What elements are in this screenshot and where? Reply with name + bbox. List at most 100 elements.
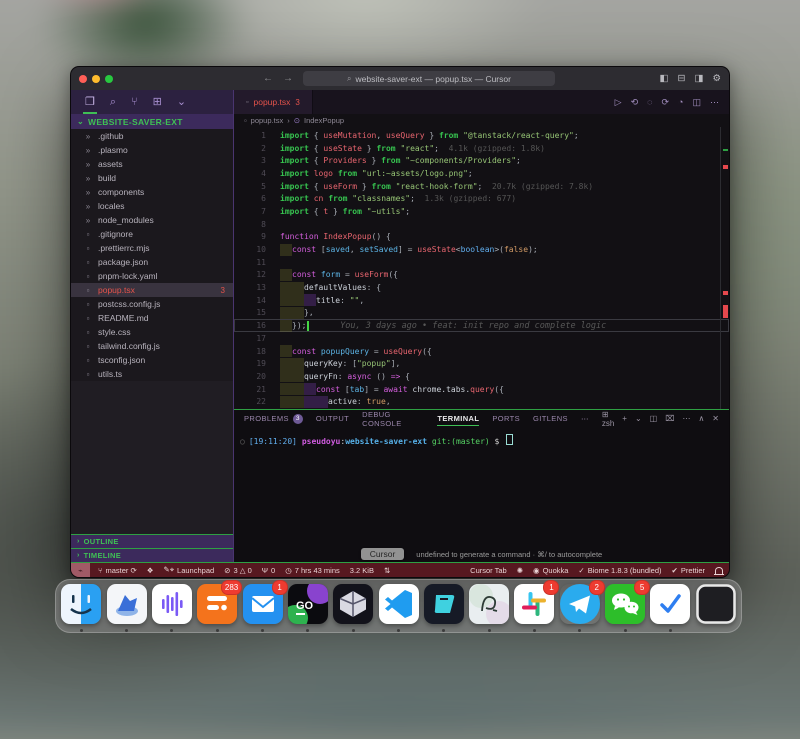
tree-item-package-json[interactable]: ▫package.json <box>71 255 233 269</box>
panel-tab-terminal[interactable]: TERMINAL <box>437 410 479 427</box>
section-outline[interactable]: ›OUTLINE <box>71 534 233 548</box>
panel-tab-gitlens[interactable]: GITLENS <box>533 410 568 427</box>
shell-select-icon[interactable]: ⊞ zsh <box>602 410 614 428</box>
tree-item-readme-md[interactable]: ▫README.md <box>71 311 233 325</box>
record-icon[interactable]: ◌ <box>647 97 652 107</box>
command-center[interactable]: ⌕ website-saver-ext — popup.tsx — Cursor <box>303 71 555 86</box>
panel-tab-output[interactable]: OUTPUT <box>316 410 349 427</box>
search-icon[interactable]: ⌕ <box>110 97 116 108</box>
code-line-12[interactable]: 12const form = useForm({ <box>234 269 729 282</box>
code-line-3[interactable]: 3import { Providers } from "~components/… <box>234 154 729 167</box>
kill-terminal-icon[interactable]: ⌧ <box>665 414 674 423</box>
source-control-icon[interactable]: ⑂ <box>131 97 138 108</box>
tree-item--github[interactable]: ».github <box>71 129 233 143</box>
close-window-button[interactable] <box>79 75 87 83</box>
maximize-panel-icon[interactable]: ∧ <box>698 414 704 423</box>
minimize-window-button[interactable] <box>92 75 100 83</box>
dock-hidden-app[interactable] <box>696 584 736 632</box>
tree-item-build[interactable]: »build <box>71 171 233 185</box>
more-actions-icon[interactable]: ⋯ <box>710 97 719 108</box>
tree-item-tailwind-config-js[interactable]: ▫tailwind.config.js <box>71 339 233 353</box>
status-quokka[interactable]: ◉Quokka <box>533 566 568 575</box>
tab-popup-tsx[interactable]: ▫ popup.tsx 3 <box>234 90 313 114</box>
dock-finder[interactable] <box>61 584 101 632</box>
dock-waveform[interactable] <box>152 584 192 632</box>
code-line-7[interactable]: 7import { t } from "~utils"; <box>234 205 729 218</box>
dock-wechat[interactable]: 5 <box>605 584 645 632</box>
terminal[interactable]: ○[19:11:20] pseudoyu:website-saver-ext g… <box>234 427 729 546</box>
status-wakatime[interactable]: ◷7 hrs 43 mins <box>285 566 340 575</box>
breadcrumb-file[interactable]: popup.tsx <box>251 116 284 125</box>
tree-item--prettierrc-mjs[interactable]: ▫.prettierrc.mjs <box>71 241 233 255</box>
status-notifications[interactable] <box>715 567 723 574</box>
dock-goland[interactable]: GO <box>288 584 328 632</box>
breadcrumb[interactable]: ▫ popup.tsx › ⊙ IndexPopup <box>234 114 729 127</box>
dock-telegram[interactable]: 2 <box>560 584 600 632</box>
status-launchpad[interactable]: ✎⌖Launchpad <box>164 565 215 575</box>
tree-item-assets[interactable]: »assets <box>71 157 233 171</box>
run-icon[interactable]: ▷ <box>615 97 622 108</box>
explorer-root-header[interactable]: ⌄ WEBSITE-SAVER-EXT <box>71 114 233 129</box>
code-line-21[interactable]: 21const [tab] = await chrome.tabs.query(… <box>234 383 729 396</box>
terminal-dropdown-icon[interactable]: ⌄ <box>635 414 642 423</box>
tree-item--plasmo[interactable]: ».plasmo <box>71 143 233 157</box>
more-terminal-actions-icon[interactable]: ⋯ <box>682 414 690 423</box>
section-timeline[interactable]: ›TIMELINE <box>71 548 233 562</box>
code-line-8[interactable]: 8 <box>234 218 729 231</box>
status-biome[interactable]: ✓Biome 1.8.3 (bundled) <box>578 566 661 575</box>
dock-rss-reader[interactable]: 283 <box>197 584 237 632</box>
extensions-icon[interactable]: ⊞ <box>153 97 162 108</box>
status-problems[interactable]: ⊘3 △ 0 <box>224 566 252 575</box>
status-prettier[interactable]: ✔Prettier <box>672 566 705 575</box>
tree-item--gitignore[interactable]: ▫.gitignore <box>71 227 233 241</box>
tree-item-style-css[interactable]: ▫style.css <box>71 325 233 339</box>
dock-ai-notes[interactable] <box>469 584 509 632</box>
code-line-9[interactable]: 9function IndexPopup() { <box>234 231 729 244</box>
nav-back-icon[interactable]: ⟲ <box>631 97 639 108</box>
status-forks[interactable]: Ψ0 <box>262 566 275 575</box>
code-line-1[interactable]: 1import { useMutation, useQuery } from "… <box>234 129 729 142</box>
settings-icon[interactable]: ⚙ <box>712 73 721 84</box>
explorer-icon[interactable]: ❐ <box>85 97 95 108</box>
tree-item-locales[interactable]: »locales <box>71 199 233 213</box>
code-line-4[interactable]: 4import logo from "url:~assets/logo.png"… <box>234 167 729 180</box>
tree-item-popup-tsx[interactable]: ▫popup.tsx3 <box>71 283 233 297</box>
zoom-window-button[interactable] <box>105 75 113 83</box>
status-extension-indicator[interactable]: ❖ <box>147 566 154 575</box>
panel-tab-debug-console[interactable]: DEBUG CONSOLE <box>362 410 424 427</box>
split-editor-icon[interactable]: ◫ <box>692 97 701 108</box>
code-line-13[interactable]: 13defaultValues: { <box>234 281 729 294</box>
panel-tab--[interactable]: ⋯ <box>581 410 589 427</box>
code-line-19[interactable]: 19queryKey: ["popup"], <box>234 357 729 370</box>
tree-item-components[interactable]: »components <box>71 185 233 199</box>
status-git-branch[interactable]: ⑂master ⟳ <box>98 566 137 575</box>
dock-mail[interactable]: 1 <box>243 584 283 632</box>
code-line-6[interactable]: 6import cn from "classnames"; 1.3k (gzip… <box>234 192 729 205</box>
dock-clashx[interactable] <box>107 584 147 632</box>
status-cursor-tab[interactable]: Cursor Tab <box>470 566 507 575</box>
toggle-secondary-sidebar-icon[interactable]: ◨ <box>694 73 703 84</box>
code-line-2[interactable]: 2import { useState } from "react"; 4.1k … <box>234 142 729 155</box>
dock-vscode[interactable] <box>379 584 419 632</box>
code-line-14[interactable]: 14title: "", <box>234 294 729 307</box>
tree-item-tsconfig-json[interactable]: ▫tsconfig.json <box>71 353 233 367</box>
code-line-15[interactable]: 15}, <box>234 307 729 320</box>
new-terminal-icon[interactable]: + <box>622 414 627 423</box>
split-terminal-icon[interactable]: ◫ <box>650 414 658 423</box>
cursor-hint-chip[interactable]: Cursor <box>361 548 405 560</box>
status-gitlens[interactable]: ✺ <box>517 566 523 575</box>
toggle-panel-icon[interactable]: ⊟ <box>678 73 686 84</box>
status-compare[interactable]: ⇅ <box>384 566 390 575</box>
panel-tab-problems[interactable]: PROBLEMS3 <box>244 410 303 427</box>
code-line-20[interactable]: 20queryFn: async () => { <box>234 370 729 383</box>
dock-warp[interactable] <box>424 584 464 632</box>
code-line-16[interactable]: 16}); You, 3 days ago • feat: init repo … <box>234 319 729 332</box>
nav-forward-icon[interactable]: ⟳ <box>662 97 670 108</box>
panel-tab-ports[interactable]: PORTS <box>492 410 520 427</box>
code-line-5[interactable]: 5import { useForm } from "react-hook-for… <box>234 180 729 193</box>
code-editor[interactable]: 1import { useMutation, useQuery } from "… <box>234 127 729 409</box>
toggle-primary-sidebar-icon[interactable]: ◧ <box>660 73 669 84</box>
code-line-17[interactable]: 17 <box>234 332 729 345</box>
dock-slack[interactable]: 1 <box>514 584 554 632</box>
close-panel-icon[interactable]: ✕ <box>712 414 719 423</box>
